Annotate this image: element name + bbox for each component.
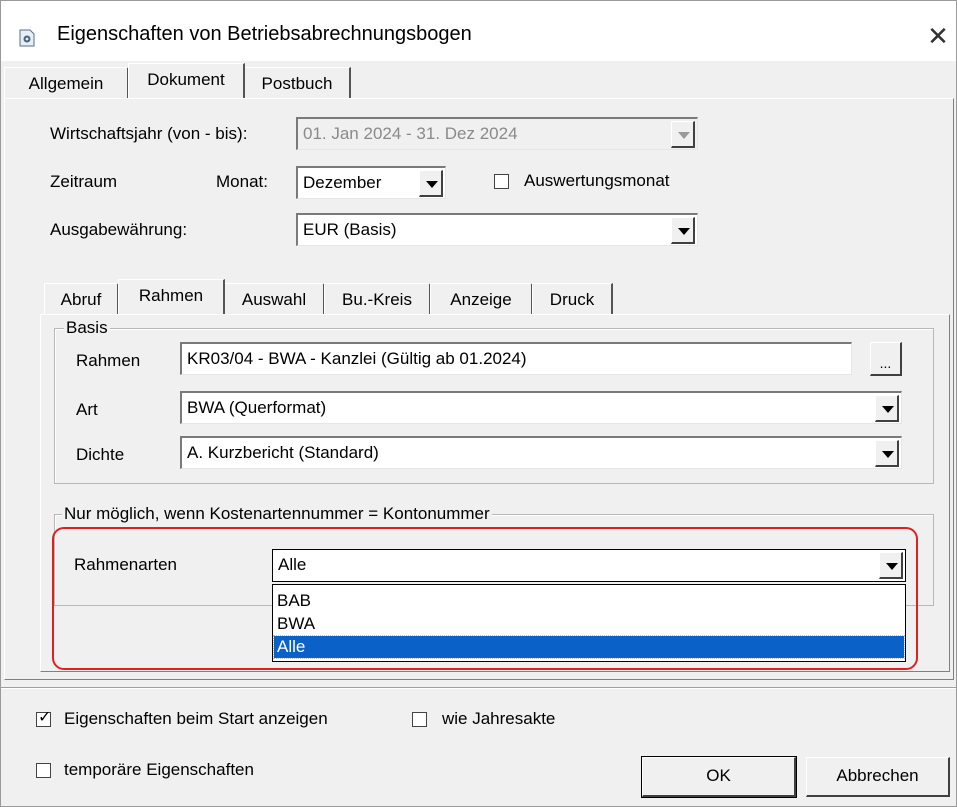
monat-label: Monat: (216, 172, 268, 191)
ok-button[interactable]: OK (641, 756, 797, 798)
title-bar: Eigenschaften von Betriebsabrechnungsbog… (1, 1, 956, 61)
subtab-auswahl[interactable]: Auswahl (224, 283, 325, 314)
wj-value: 01. Jan 2024 - 31. Dez 2024 (303, 124, 518, 143)
kostenarten-title: Nur möglich, wenn Kostenartennummer = Ko… (62, 504, 492, 524)
start-label: Eigenschaften beim Start anzeigen (64, 709, 328, 728)
dichte-select[interactable]: A. Kurzbericht (Standard) (180, 436, 902, 469)
wj-label: Wirtschaftsjahr (von - bis): (50, 124, 248, 143)
dichte-label: Dichte (76, 445, 125, 464)
wirtschaftsjahr-select: 01. Jan 2024 - 31. Dez 2024 (296, 117, 698, 150)
art-select[interactable]: BWA (Querformat) (180, 391, 902, 424)
dichte-value: A. Kurzbericht (Standard) (187, 443, 379, 462)
cancel-button[interactable]: Abbrechen (806, 757, 950, 797)
auswertungsmonat-label: Auswertungsmonat (524, 171, 670, 190)
chevron-down-icon (671, 121, 695, 148)
waehrung-label: Ausgabewährung: (50, 220, 188, 239)
close-button[interactable]: ✕ (923, 21, 953, 51)
temp-label: temporäre Eigenschaften (64, 760, 254, 779)
subtab-anzeige[interactable]: Anzeige (430, 283, 533, 314)
check-icon: ✓ (38, 709, 52, 726)
chevron-down-icon[interactable] (875, 395, 899, 422)
monat-value: Dezember (303, 173, 382, 192)
subtab-bu-kreis[interactable]: Bu.-Kreis (324, 283, 431, 314)
temp-checkbox[interactable] (36, 763, 51, 778)
chevron-down-icon[interactable] (875, 440, 899, 467)
waehrung-value: EUR (Basis) (303, 220, 397, 239)
art-label: Art (76, 400, 98, 419)
subtab-druck[interactable]: Druck (532, 283, 613, 314)
window-title: Eigenschaften von Betriebsabrechnungsbog… (57, 23, 472, 45)
jahresakte-checkbox[interactable] (412, 712, 427, 727)
art-value: BWA (Querformat) (187, 398, 327, 417)
highlight-annotation (52, 527, 918, 670)
monat-select[interactable]: Dezember (296, 166, 446, 199)
basis-title: Basis (64, 318, 110, 338)
rahmen-browse-button[interactable]: ... (870, 342, 902, 376)
auswertungsmonat-checkbox[interactable] (494, 174, 509, 189)
start-checkbox[interactable]: ✓ (36, 709, 52, 727)
rahmen-field[interactable]: KR03/04 - BWA - Kanzlei (Gültig ab 01.20… (180, 342, 852, 375)
zeitraum-label: Zeitraum (50, 172, 118, 191)
footer-separator (1, 687, 956, 689)
rahmen-value: KR03/04 - BWA - Kanzlei (Gültig ab 01.20… (187, 349, 527, 368)
rahmen-label: Rahmen (76, 351, 141, 370)
chevron-down-icon[interactable] (671, 217, 695, 244)
document-gear-icon (19, 29, 35, 47)
tab-allgemein[interactable]: Allgemein (4, 67, 129, 98)
tab-postbuch[interactable]: Postbuch (244, 67, 351, 98)
waehrung-select[interactable]: EUR (Basis) (296, 213, 698, 246)
jahresakte-label: wie Jahresakte (442, 709, 556, 728)
subtab-abruf[interactable]: Abruf (44, 283, 119, 314)
tab-dokument[interactable]: Dokument (128, 63, 245, 98)
chevron-down-icon[interactable] (419, 170, 443, 197)
subtab-rahmen[interactable]: Rahmen (118, 279, 225, 314)
